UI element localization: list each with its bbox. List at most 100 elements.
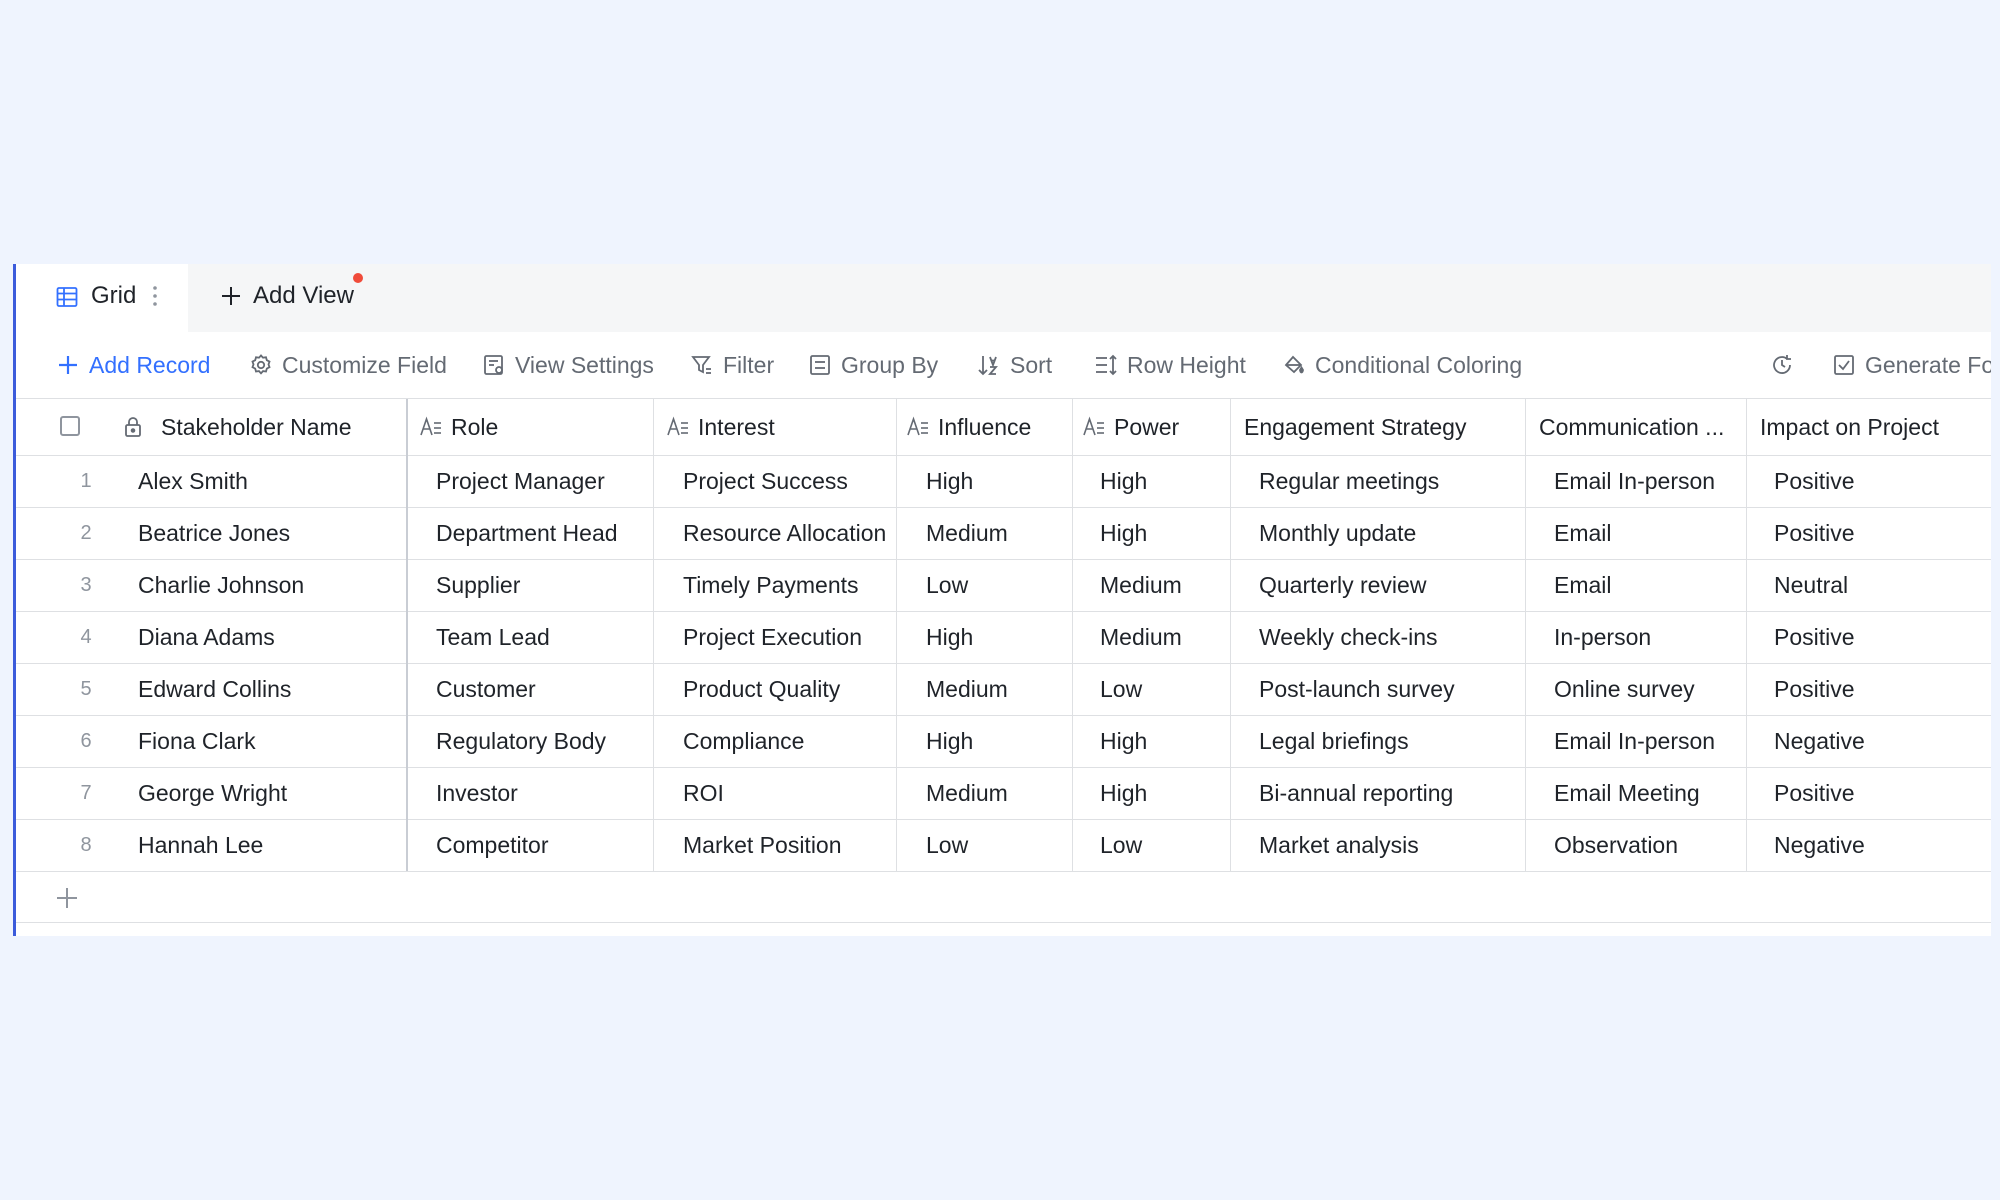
view-settings-button[interactable]: View Settings (482, 332, 654, 398)
table-cell[interactable]: Low (926, 559, 1066, 611)
table-cell[interactable]: Quarterly review (1259, 559, 1519, 611)
column-header-role[interactable]: Role (419, 399, 659, 455)
table-cell[interactable]: Medium (1100, 611, 1220, 663)
table-cell[interactable]: Fiona Clark (138, 715, 398, 767)
table-cell[interactable]: Regulatory Body (436, 715, 646, 767)
table-cell[interactable]: Medium (926, 663, 1066, 715)
conditional-coloring-button[interactable]: Conditional Coloring (1282, 332, 1522, 398)
history-button[interactable] (1770, 332, 1803, 398)
table-cell[interactable]: Email (1554, 507, 1734, 559)
table-cell[interactable]: Positive (1774, 663, 1984, 715)
table-cell[interactable]: Project Execution (683, 611, 888, 663)
table-row[interactable]: 7 George Wright Investor ROI Medium High Bi-an… (16, 767, 1991, 820)
table-cell[interactable]: High (1100, 455, 1220, 507)
table-cell[interactable]: Edward Collins (138, 663, 398, 715)
table-cell[interactable]: Regular meetings (1259, 455, 1519, 507)
table-cell[interactable]: Supplier (436, 559, 646, 611)
table-cell[interactable]: High (926, 611, 1066, 663)
table-cell[interactable]: Compliance (683, 715, 888, 767)
add-view-button[interactable]: Add View (219, 282, 354, 310)
column-header-communication[interactable]: Communication ... (1539, 399, 1744, 455)
table-cell[interactable]: Email Meeting (1554, 767, 1734, 819)
column-divider (896, 399, 897, 455)
table-row[interactable]: 6 Fiona Clark Regulatory Body Compliance Hig… (16, 715, 1991, 768)
column-header-engagement-strategy[interactable]: Engagement Strategy (1244, 399, 1534, 455)
column-header-interest[interactable]: Interest (666, 399, 896, 455)
column-divider (1230, 507, 1231, 559)
add-row[interactable] (16, 871, 1991, 923)
table-cell[interactable]: Monthly update (1259, 507, 1519, 559)
customize-field-button[interactable]: Customize Field (249, 332, 447, 398)
table-cell[interactable]: Customer (436, 663, 646, 715)
table-cell[interactable]: Team Lead (436, 611, 646, 663)
table-cell[interactable]: Timely Payments (683, 559, 888, 611)
table-cell[interactable]: Charlie Johnson (138, 559, 398, 611)
table-cell[interactable]: Post-launch survey (1259, 663, 1519, 715)
table-row[interactable]: 8 Hannah Lee Competitor Market Position Low L… (16, 819, 1991, 872)
column-header-impact-on-project[interactable]: Impact on Project (1760, 399, 1990, 455)
more-vertical-icon[interactable] (151, 283, 159, 309)
table-cell[interactable]: Positive (1774, 767, 1984, 819)
table-cell[interactable]: High (1100, 507, 1220, 559)
table-cell[interactable]: Negative (1774, 715, 1984, 767)
table-cell[interactable]: Legal briefings (1259, 715, 1519, 767)
row-height-button[interactable]: Row Height (1094, 332, 1246, 398)
table-cell[interactable]: Market analysis (1259, 819, 1519, 871)
table-cell[interactable]: Low (1100, 819, 1220, 871)
table-cell[interactable]: Neutral (1774, 559, 1984, 611)
table-row[interactable]: 5 Edward Collins Customer Product Quality Me… (16, 663, 1991, 716)
table-cell[interactable]: Email (1554, 559, 1734, 611)
table-cell[interactable]: Hannah Lee (138, 819, 398, 871)
table-cell[interactable]: Medium (1100, 559, 1220, 611)
table-cell[interactable]: Low (1100, 663, 1220, 715)
table-cell[interactable]: Weekly check-ins (1259, 611, 1519, 663)
table-cell[interactable]: In-person (1554, 611, 1734, 663)
table-cell[interactable]: Positive (1774, 611, 1984, 663)
table-cell[interactable]: Competitor (436, 819, 646, 871)
tab-grid[interactable]: Grid (16, 264, 188, 332)
table-cell[interactable]: George Wright (138, 767, 398, 819)
group-by-button[interactable]: Group By (808, 332, 938, 398)
sort-button[interactable]: Sort (977, 332, 1052, 398)
table-cell[interactable]: Observation (1554, 819, 1734, 871)
table-cell[interactable]: Medium (926, 507, 1066, 559)
table-row[interactable]: 3 Charlie Johnson Supplier Timely Payments L… (16, 559, 1991, 612)
table-cell[interactable]: Alex Smith (138, 455, 398, 507)
table-row[interactable]: 2 Beatrice Jones Department Head Resource A… (16, 507, 1991, 560)
table-cell[interactable]: Positive (1774, 507, 1984, 559)
table-cell[interactable]: Diana Adams (138, 611, 398, 663)
column-header-stakeholder-name[interactable]: Stakeholder Name (121, 399, 401, 455)
select-all-checkbox[interactable] (60, 416, 80, 436)
table-cell[interactable]: Negative (1774, 819, 1984, 871)
table-cell[interactable]: Product Quality (683, 663, 888, 715)
column-header-influence[interactable]: Influence (906, 399, 1076, 455)
table-cell[interactable]: Project Manager (436, 455, 646, 507)
table-cell[interactable]: Department Head (436, 507, 646, 559)
table-row[interactable]: 4 Diana Adams Team Lead Project Execution Hi… (16, 611, 1991, 664)
table-cell[interactable]: Email In-person (1554, 455, 1734, 507)
table-cell[interactable]: Email In-person (1554, 715, 1734, 767)
table-row[interactable]: 1 Alex Smith Project Manager Project Succes… (16, 455, 1991, 508)
table-cell[interactable]: Resource Allocation (683, 507, 888, 559)
table-cell[interactable]: Market Position (683, 819, 888, 871)
table-cell[interactable]: Project Success (683, 455, 888, 507)
table-cell[interactable]: High (926, 455, 1066, 507)
generate-form-button[interactable]: Generate For (1832, 332, 1991, 398)
add-record-button[interactable]: Add Record (56, 332, 210, 398)
table-cell[interactable]: High (1100, 715, 1220, 767)
column-divider (1072, 767, 1073, 819)
table-cell[interactable]: Bi-annual reporting (1259, 767, 1519, 819)
column-divider (1525, 819, 1526, 871)
text-field-icon (667, 416, 688, 436)
table-cell[interactable]: Investor (436, 767, 646, 819)
table-cell[interactable]: ROI (683, 767, 888, 819)
column-header-power[interactable]: Power (1082, 399, 1232, 455)
table-cell[interactable]: High (1100, 767, 1220, 819)
table-cell[interactable]: High (926, 715, 1066, 767)
table-cell[interactable]: Beatrice Jones (138, 507, 398, 559)
table-cell[interactable]: Medium (926, 767, 1066, 819)
table-cell[interactable]: Low (926, 819, 1066, 871)
filter-button[interactable]: Filter (690, 332, 774, 398)
table-cell[interactable]: Online survey (1554, 663, 1734, 715)
table-cell[interactable]: Positive (1774, 455, 1984, 507)
